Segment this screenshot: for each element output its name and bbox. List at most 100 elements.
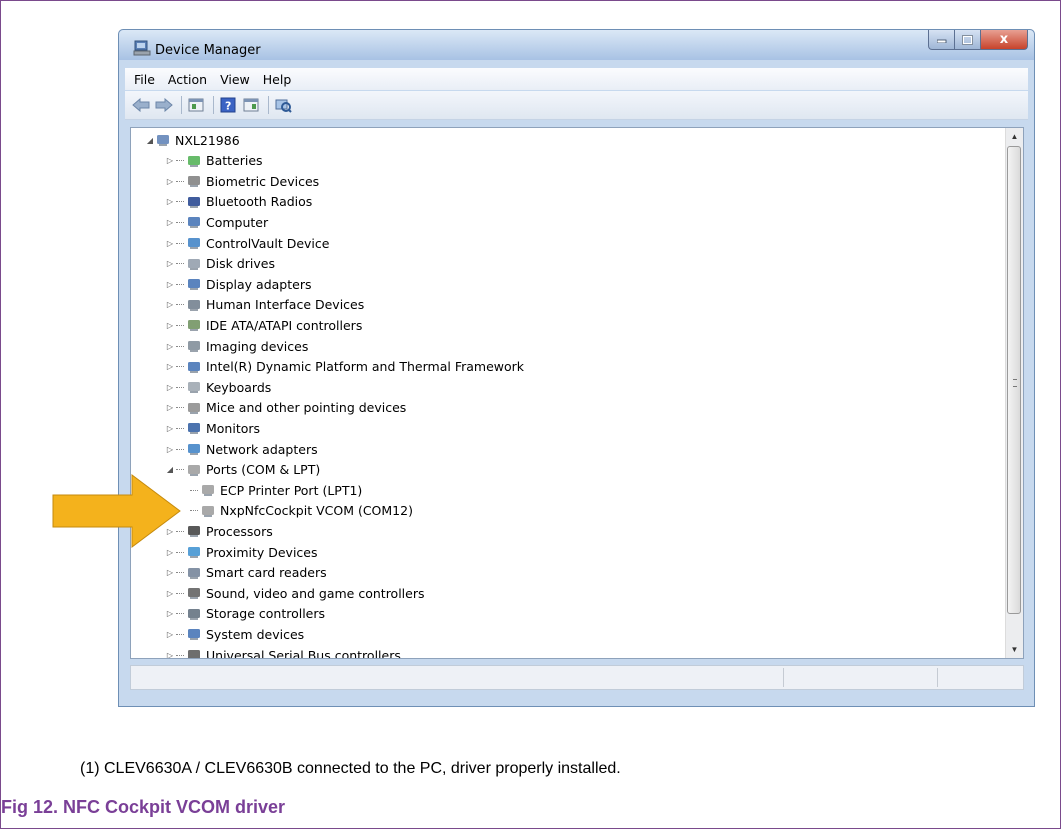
storage-icon: [186, 606, 202, 622]
expand-arrow-icon[interactable]: ▷: [165, 279, 175, 289]
scroll-thumb[interactable]: [1007, 146, 1021, 614]
menu-file[interactable]: File: [134, 72, 155, 87]
port-icon: [200, 503, 216, 519]
tree-category[interactable]: ▷ Sound, video and game controllers: [165, 583, 425, 603]
tree-category[interactable]: ▷ Batteries: [165, 151, 263, 171]
expand-arrow-icon[interactable]: ▷: [165, 341, 175, 351]
tree-category[interactable]: ▷ Bluetooth Radios: [165, 192, 312, 212]
tree-category[interactable]: ▷ System devices: [165, 624, 304, 644]
minimize-button[interactable]: [928, 30, 955, 50]
tree-category[interactable]: ▷ Disk drives: [165, 254, 275, 274]
menu-action[interactable]: Action: [168, 72, 207, 87]
expand-arrow-icon[interactable]: ▷: [165, 176, 175, 186]
help-button[interactable]: ?: [218, 95, 238, 115]
tree-category[interactable]: ▷ Mice and other pointing devices: [165, 398, 406, 418]
back-icon: [132, 98, 150, 112]
port-icon: [186, 462, 202, 478]
expand-arrow-icon[interactable]: ▷: [165, 217, 175, 227]
toolbar-separator: [213, 96, 214, 114]
mouse-icon: [186, 400, 202, 416]
monitor-icon: [186, 420, 202, 436]
tree-category[interactable]: ▷ IDE ATA/ATAPI controllers: [165, 315, 362, 335]
tree-category[interactable]: ◢ Ports (COM & LPT): [165, 460, 320, 480]
expand-arrow-icon[interactable]: ▷: [165, 650, 175, 659]
scan-hardware-icon: [275, 99, 292, 113]
tree-category[interactable]: ▷ Keyboards: [165, 377, 271, 397]
expand-arrow-icon[interactable]: ▷: [165, 568, 175, 578]
forward-button[interactable]: [154, 95, 174, 115]
tree-category[interactable]: ▷ Network adapters: [165, 439, 318, 459]
back-button[interactable]: [131, 95, 151, 115]
processor-icon: [186, 523, 202, 539]
tree-connector: [176, 427, 184, 429]
tree-connector: [176, 283, 184, 285]
expand-arrow-icon[interactable]: ▷: [165, 403, 175, 413]
tree-category[interactable]: ▷ ControlVault Device: [165, 233, 330, 253]
expand-arrow-icon[interactable]: ▷: [165, 320, 175, 330]
tree-category[interactable]: ▷ Computer: [165, 212, 268, 232]
tree-connector: [176, 366, 184, 368]
menu-help[interactable]: Help: [263, 72, 292, 87]
collapse-arrow-icon[interactable]: ◢: [145, 135, 155, 145]
tree-connector: [176, 551, 184, 553]
menu-view[interactable]: View: [220, 72, 250, 87]
maximize-button[interactable]: [955, 30, 981, 50]
tree-connector: [176, 201, 184, 203]
tree-category[interactable]: ▷ Display adapters: [165, 274, 312, 294]
tree-category[interactable]: ▷ Imaging devices: [165, 336, 308, 356]
close-button[interactable]: x: [981, 30, 1028, 50]
scan-hardware-button[interactable]: [273, 95, 293, 115]
expand-arrow-icon[interactable]: ▷: [165, 362, 175, 372]
tree-connector: [176, 221, 184, 223]
expand-arrow-icon[interactable]: ▷: [165, 588, 175, 598]
properties-button[interactable]: [186, 95, 206, 115]
expand-arrow-icon[interactable]: ▷: [165, 629, 175, 639]
tree-connector: [176, 592, 184, 594]
tree-item-label: Bluetooth Radios: [206, 194, 313, 210]
expand-arrow-icon[interactable]: ▷: [165, 259, 175, 269]
tree-category[interactable]: ▷ Universal Serial Bus controllers: [165, 645, 401, 659]
tree-category[interactable]: ▷ Smart card readers: [165, 563, 327, 583]
expand-arrow-icon[interactable]: ▷: [165, 609, 175, 619]
tree-connector: [176, 160, 184, 162]
tree-root[interactable]: ◢ NXL21986: [145, 130, 240, 150]
expand-arrow-icon[interactable]: ▷: [165, 444, 175, 454]
vertical-scrollbar[interactable]: ▲ ▼: [1005, 128, 1023, 658]
close-icon: x: [999, 32, 1009, 47]
device-tree[interactable]: ◢ NXL21986 ▷ Batteries ▷ Biometric Devices ▷ Bl…: [130, 127, 1024, 659]
fingerprint-icon: [186, 173, 202, 189]
help-icon: ?: [220, 97, 236, 113]
tree-category[interactable]: ▷ Biometric Devices: [165, 171, 319, 191]
tree-connector: [176, 469, 184, 471]
tree-device[interactable]: ECP Printer Port (LPT1): [189, 480, 362, 500]
tree-category[interactable]: ▷ Storage controllers: [165, 604, 325, 624]
expand-arrow-icon[interactable]: ▷: [165, 382, 175, 392]
menu-bar: File Action View Help: [125, 68, 1028, 90]
tree-connector: [176, 407, 184, 409]
tree-item-label: Network adapters: [206, 441, 318, 457]
expand-arrow-icon[interactable]: ▷: [165, 197, 175, 207]
expand-arrow-icon[interactable]: ▷: [165, 423, 175, 433]
expand-arrow-icon[interactable]: ▷: [165, 300, 175, 310]
scroll-up-arrow-icon[interactable]: ▲: [1006, 128, 1023, 145]
tree-item-label: Sound, video and game controllers: [206, 585, 425, 601]
tree-item-label: Processors: [206, 523, 273, 539]
toolbar-separator: [181, 96, 182, 114]
tree-category[interactable]: ▷ Proximity Devices: [165, 542, 318, 562]
tree-item-label: ECP Printer Port (LPT1): [220, 482, 363, 498]
tree-device[interactable]: NxpNfcCockpit VCOM (COM12): [189, 501, 413, 521]
tree-category[interactable]: ▷ Human Interface Devices: [165, 295, 364, 315]
status-bar: [130, 665, 1024, 690]
tree-item-label: NXL21986: [175, 132, 240, 148]
tree-item-label: Human Interface Devices: [206, 297, 365, 313]
figure-caption: Fig 12. NFC Cockpit VCOM driver: [1, 797, 286, 817]
scroll-down-arrow-icon[interactable]: ▼: [1006, 641, 1023, 658]
tree-connector: [176, 572, 184, 574]
network-icon: [186, 441, 202, 457]
tree-category[interactable]: ▷ Intel(R) Dynamic Platform and Thermal F…: [165, 357, 524, 377]
expand-arrow-icon[interactable]: ▷: [165, 238, 175, 248]
expand-arrow-icon[interactable]: ▷: [165, 156, 175, 166]
title-bar[interactable]: Device Manager x: [119, 30, 1034, 60]
tree-category[interactable]: ▷ Monitors: [165, 418, 260, 438]
show-hide-button[interactable]: [241, 95, 261, 115]
